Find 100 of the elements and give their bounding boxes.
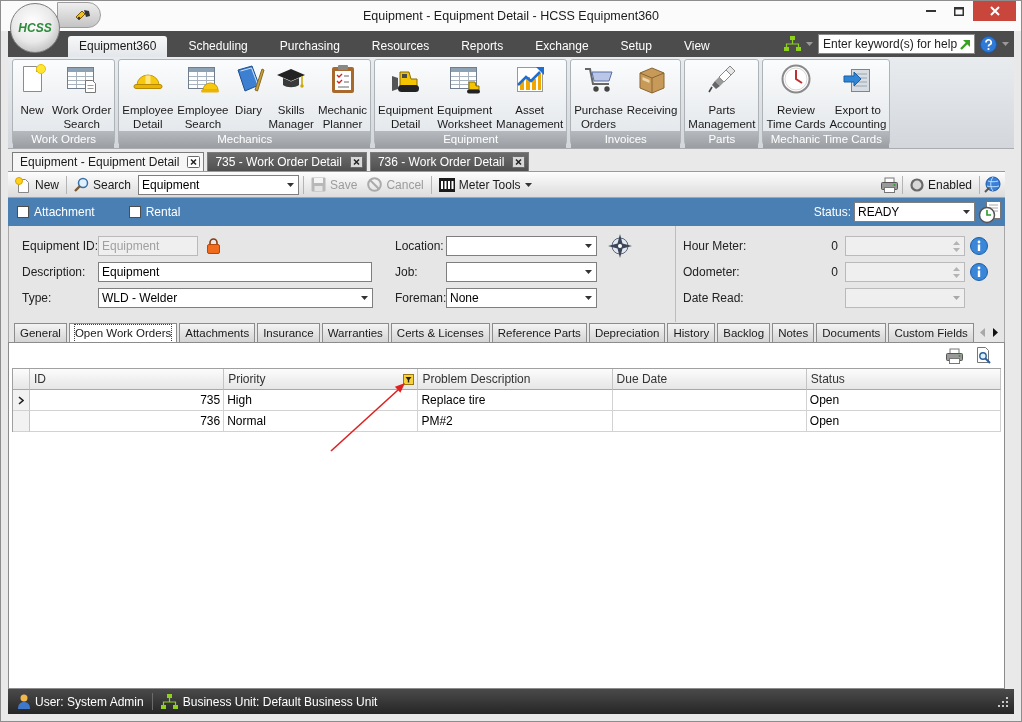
checkbox-label: Rental (145, 205, 181, 219)
tab[interactable]: Certs & Licenses (390, 323, 490, 342)
ribbon-button[interactable]: Asset Management (494, 60, 566, 131)
network-icon[interactable] (784, 36, 801, 52)
ribbon-tab[interactable]: Setup (609, 36, 663, 57)
search-button[interactable]: Search (71, 175, 135, 194)
info-icon[interactable] (970, 237, 988, 255)
meter-tools-button[interactable]: Meter Tools (435, 175, 535, 194)
ribbon-button[interactable]: New (14, 60, 50, 131)
globe-icon[interactable] (984, 176, 1001, 193)
close-icon[interactable] (349, 156, 363, 168)
checkbox[interactable] (128, 206, 141, 218)
print-icon[interactable] (946, 347, 963, 364)
tab[interactable]: Custom Fields (888, 323, 974, 342)
ribbon-button[interactable]: Diary (230, 60, 267, 131)
search-combo[interactable]: Equipment (138, 174, 300, 195)
ribbon-group-label: Work Orders (13, 131, 115, 148)
ribbon-button[interactable]: Employee Search (175, 60, 231, 131)
print-icon[interactable] (880, 176, 898, 193)
ribbon-tab[interactable]: Resources (360, 36, 441, 57)
tab[interactable]: Depreciation (588, 323, 666, 342)
status-combo[interactable]: READY (854, 202, 975, 222)
caret-icon (963, 210, 970, 214)
ribbon-tab[interactable]: Exchange (524, 36, 600, 57)
meter-reading: 0 (830, 239, 838, 253)
tab[interactable]: Insurance (257, 323, 320, 342)
combo-box[interactable] (446, 262, 597, 282)
print-preview-icon[interactable] (976, 347, 992, 364)
ribbon-button[interactable]: Review Time Cards (764, 60, 828, 131)
network-icon (160, 693, 178, 710)
close-icon[interactable] (512, 156, 526, 168)
ribbon-tab[interactable]: Purchasing (268, 36, 351, 57)
scroll-right-icon[interactable] (993, 327, 998, 337)
ribbon-button[interactable]: Work Order Search (50, 60, 114, 131)
caret-icon (287, 182, 295, 187)
tab[interactable]: Backlog (717, 323, 771, 342)
combo-box[interactable]: None (446, 288, 597, 308)
ribbon-tab[interactable]: Equipment360 (68, 36, 168, 57)
tab[interactable]: General (14, 323, 67, 342)
ribbon-group-label: Equipment (375, 131, 567, 148)
meter-icon (438, 177, 455, 192)
ribbon-button[interactable]: Equipment Detail (376, 60, 436, 131)
combo-box[interactable] (446, 236, 597, 256)
ribbon-group-label: Mechanics (119, 131, 371, 148)
enabled-button[interactable]: Enabled (906, 175, 975, 194)
column-header[interactable]: Problem Description (418, 369, 613, 390)
field-label: Job: (395, 265, 419, 279)
ribbon-button[interactable]: Purchase Orders (572, 60, 625, 131)
ribbon-button[interactable]: Mechanic Planner (315, 60, 370, 131)
document-tab[interactable]: 735 - Work Order Detail (207, 152, 367, 171)
column-header[interactable]: ID (30, 369, 225, 390)
field-label: Foreman: (395, 291, 446, 305)
quick-access-button[interactable] (57, 2, 101, 28)
tab[interactable]: Notes (772, 323, 815, 342)
column-header[interactable]: Status (806, 369, 1001, 390)
help-icon[interactable] (980, 35, 997, 53)
document-tab[interactable]: 736 - Work Order Detail (369, 152, 530, 171)
maximize-icon[interactable] (954, 6, 964, 16)
tab[interactable]: Reference Parts (491, 323, 587, 342)
caret-icon[interactable] (806, 42, 813, 46)
ribbon-group-label: Mechanic Time Cards (763, 131, 890, 148)
help-search-field[interactable]: Enter keyword(s) for help (818, 34, 975, 54)
row-indicator[interactable] (13, 390, 30, 411)
ribbon-button[interactable]: Skills Manager (266, 60, 316, 131)
ribbon-button[interactable]: Employee Detail (120, 60, 176, 131)
spark-plug-icon (705, 63, 738, 95)
text-field[interactable]: Equipment (98, 262, 372, 282)
tab[interactable]: Documents (816, 323, 887, 342)
ribbon-button[interactable]: Receiving (624, 60, 680, 131)
ribbon-group-label: Invoices (571, 131, 681, 148)
ribbon-tab[interactable]: View (672, 36, 721, 57)
combo-box[interactable]: WLD - Welder (98, 288, 373, 308)
ribbon-button[interactable]: Parts Management (686, 60, 758, 131)
tab[interactable]: Open Work Orders (68, 323, 178, 342)
ribbon-button[interactable]: Equipment Worksheet (435, 60, 495, 131)
close-button[interactable] (973, 1, 1016, 21)
caret-icon[interactable] (1002, 42, 1009, 46)
tab[interactable]: Attachments (179, 323, 256, 342)
ring-icon (909, 177, 924, 192)
document-tab[interactable]: Equipment - Equipment Detail (12, 152, 205, 171)
table-cell: Open (806, 411, 1001, 432)
checkbox[interactable] (17, 206, 29, 218)
ribbon-tab[interactable]: Scheduling (177, 36, 259, 57)
column-header[interactable]: Priority (224, 369, 419, 390)
ribbon-button[interactable]: Export to Accounting (827, 60, 889, 131)
tab[interactable]: Warranties (321, 323, 389, 342)
resize-grip-icon[interactable] (998, 696, 1008, 707)
clock-page-icon[interactable] (978, 200, 1002, 224)
field-label: Type: (22, 291, 53, 305)
tab[interactable]: History (667, 323, 716, 342)
ribbon-tab[interactable]: Reports (450, 36, 515, 57)
compass-icon[interactable] (608, 234, 632, 258)
close-icon[interactable] (187, 156, 201, 168)
column-header[interactable]: Due Date (612, 369, 807, 390)
tool-icon (75, 8, 91, 22)
new-button[interactable]: New (12, 174, 62, 195)
floppy-icon (311, 177, 327, 192)
info-icon[interactable] (970, 263, 988, 281)
filter-icon[interactable] (403, 373, 415, 385)
user-icon (18, 694, 30, 709)
